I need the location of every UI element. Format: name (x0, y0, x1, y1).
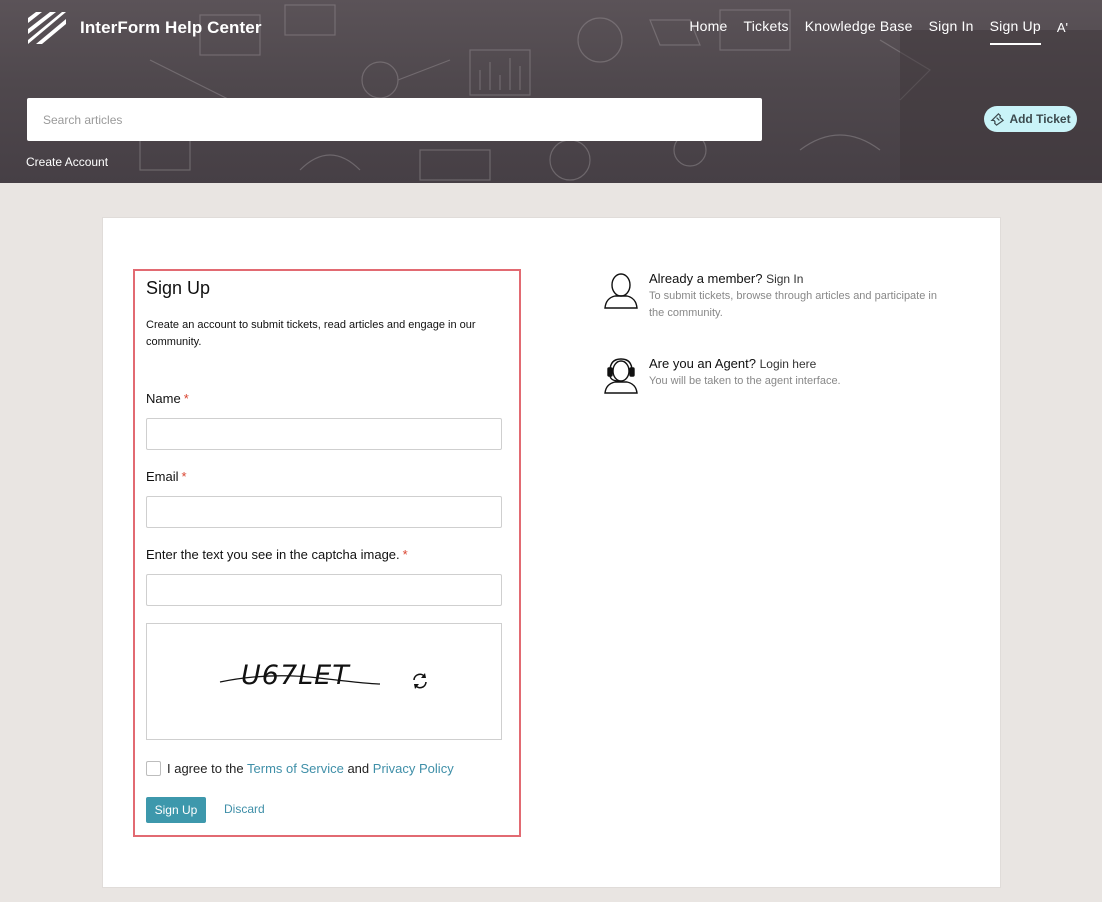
interform-logo-icon (28, 12, 66, 44)
nav-tickets[interactable]: Tickets (744, 18, 789, 45)
discard-button[interactable]: Discard (224, 802, 265, 816)
nav-knowledge-base[interactable]: Knowledge Base (805, 18, 913, 45)
agent-login-link[interactable]: Login here (760, 357, 817, 371)
member-question: Already a member? (649, 271, 763, 286)
search-input[interactable] (27, 98, 762, 141)
agree-checkbox[interactable] (146, 761, 161, 776)
agent-description: You will be taken to the agent interface… (649, 375, 841, 387)
form-description: Create an account to submit tickets, rea… (146, 319, 476, 348)
add-ticket-button[interactable]: Add Ticket (984, 106, 1077, 132)
signup-card: Sign Up Create an account to submit tick… (102, 217, 1001, 888)
name-label-text: Name (146, 391, 181, 406)
required-mark: * (402, 547, 408, 562)
user-icon (604, 273, 638, 309)
email-field[interactable] (146, 496, 502, 528)
form-title: Sign Up (146, 278, 211, 298)
header-banner: InterForm Help Center Home Tickets Knowl… (0, 0, 1102, 183)
privacy-policy-link[interactable]: Privacy Policy (373, 761, 454, 776)
terms-of-service-link[interactable]: Terms of Service (247, 761, 344, 776)
nav-sign-up[interactable]: Sign Up (989, 18, 1041, 45)
refresh-captcha-icon[interactable] (411, 672, 429, 690)
brand[interactable]: InterForm Help Center (26, 10, 262, 46)
ticket-icon (990, 112, 1005, 126)
member-sign-in-link[interactable]: Sign In (766, 272, 803, 286)
member-description: To submit tickets, browse through articl… (649, 290, 937, 319)
name-field[interactable] (146, 418, 502, 450)
agent-headset-icon (604, 358, 638, 394)
captcha-field[interactable] (146, 574, 502, 606)
required-mark: * (183, 391, 189, 406)
captcha-label: Enter the text you see in the captcha im… (146, 547, 408, 562)
brand-name: InterForm Help Center (80, 18, 262, 37)
add-ticket-label: Add Ticket (1009, 112, 1071, 126)
main-nav: Home Tickets Knowledge Base Sign In Sign… (689, 18, 1068, 45)
font-size-toggle[interactable]: A' (1057, 20, 1068, 44)
signup-form: Sign Up Create an account to submit tick… (133, 269, 521, 837)
agree-prefix: I agree to the (167, 761, 244, 776)
agent-heading: Are you an Agent? Login here (649, 356, 949, 371)
nav-sign-in[interactable]: Sign In (929, 18, 974, 45)
email-label-text: Email (146, 469, 179, 484)
captcha-label-text: Enter the text you see in the captcha im… (146, 547, 400, 562)
nav-home[interactable]: Home (689, 18, 727, 45)
sign-up-button[interactable]: Sign Up (146, 797, 206, 823)
member-info: Already a member? Sign In To submit tick… (603, 271, 949, 322)
member-heading: Already a member? Sign In (649, 271, 949, 286)
agent-info: Are you an Agent? Login here You will be… (603, 356, 949, 394)
name-label: Name * (146, 391, 189, 406)
required-mark: * (181, 469, 187, 484)
breadcrumb: Create Account (26, 155, 109, 169)
captcha-image: U67LET (146, 623, 502, 740)
agree-and: and (347, 761, 370, 776)
email-label: Email * (146, 469, 187, 484)
captcha-text: U67LET (241, 660, 350, 691)
terms-agreement: I agree to the Terms of Service and Priv… (146, 761, 454, 776)
agent-question: Are you an Agent? (649, 356, 756, 371)
